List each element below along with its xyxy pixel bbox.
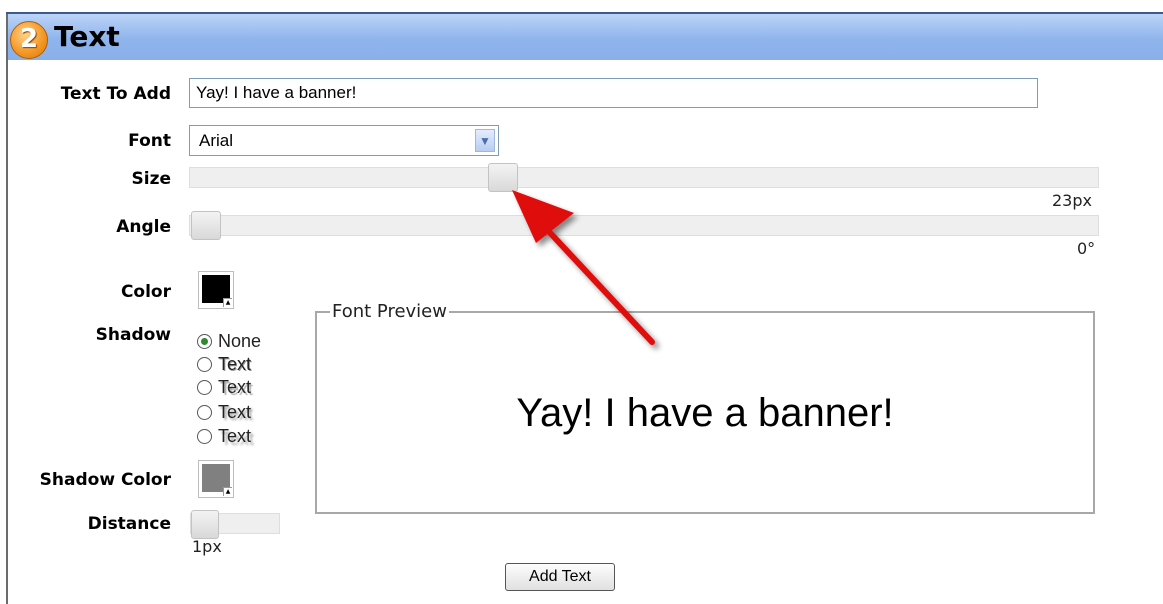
shadow-option-3[interactable]: Text [197, 400, 251, 424]
font-preview-box: Yay! I have a banner! [315, 311, 1095, 514]
size-label: Size [131, 169, 172, 189]
shadow-option-label: None [218, 330, 262, 351]
panel-header [8, 14, 1163, 60]
picker-arrow-icon: ▲ [223, 298, 232, 307]
picker-arrow-icon: ▲ [223, 487, 232, 496]
shadow-option-2[interactable]: Text [197, 375, 251, 399]
font-selected-value: Arial [199, 131, 234, 150]
color-swatch-button[interactable]: ▲ [198, 271, 234, 309]
shadow-label: Shadow [95, 325, 171, 345]
size-slider-thumb[interactable] [488, 163, 519, 192]
radio-button[interactable] [197, 379, 212, 395]
step-number-badge: 2 [10, 21, 48, 59]
font-label: Font [128, 131, 171, 151]
shadow-option-label: Text [218, 353, 252, 374]
font-select[interactable]: Arial ▼ [189, 125, 499, 156]
size-value: 23px [1052, 191, 1092, 210]
shadow-option-4[interactable]: Text [197, 424, 251, 448]
panel-title: Text [54, 20, 120, 53]
distance-value: 1px [192, 537, 222, 556]
text-to-add-label: Text To Add [60, 84, 171, 104]
chevron-down-icon[interactable]: ▼ [475, 129, 495, 152]
panel-left-border [6, 14, 8, 604]
add-text-button[interactable]: Add Text [505, 563, 615, 591]
angle-slider-thumb[interactable] [191, 211, 221, 240]
angle-slider-track[interactable] [189, 215, 1099, 236]
font-preview-text: Yay! I have a banner! [516, 391, 894, 435]
text-to-add-input[interactable] [189, 78, 1038, 108]
distance-slider-thumb[interactable] [191, 510, 219, 539]
radio-button[interactable] [197, 404, 212, 420]
radio-button[interactable] [197, 333, 212, 349]
shadow-option-none[interactable]: None [197, 329, 261, 353]
angle-value: 0° [1077, 239, 1096, 258]
shadow-option-label: Text [218, 376, 252, 397]
radio-button[interactable] [197, 428, 212, 444]
distance-label: Distance [87, 514, 171, 534]
shadow-option-label: Text [218, 425, 252, 446]
shadow-color-swatch-button[interactable]: ▲ [198, 460, 234, 498]
color-label: Color [120, 282, 171, 302]
size-slider-track[interactable] [189, 167, 1099, 188]
radio-button[interactable] [197, 356, 212, 372]
font-preview-legend: Font Preview [330, 301, 449, 322]
shadow-option-label: Text [218, 401, 252, 422]
shadow-option-1[interactable]: Text [197, 352, 251, 376]
shadow-color-label: Shadow Color [39, 470, 171, 490]
angle-label: Angle [116, 217, 171, 237]
